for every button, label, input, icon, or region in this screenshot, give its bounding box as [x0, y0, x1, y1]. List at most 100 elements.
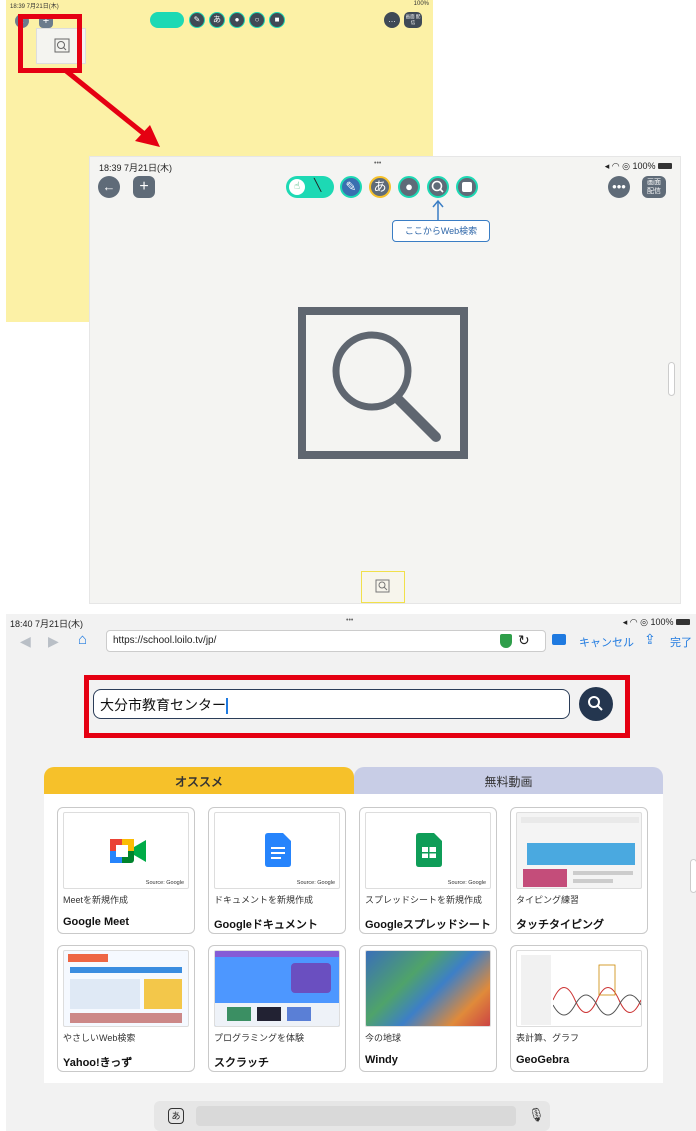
source-label: Source: Google [447, 880, 486, 886]
card-google-sheets[interactable]: Source: Google スプレッドシートを新規作成 Googleスプレッド… [359, 807, 497, 934]
text-icon[interactable]: あ [209, 12, 225, 28]
card-windy[interactable]: 今の地球 Windy [359, 945, 497, 1072]
card-title: Googleドキュメント [214, 919, 318, 931]
card-subtitle: Meetを新規作成 [63, 895, 129, 905]
search-card-thumbnail[interactable] [361, 571, 405, 603]
card-thumbnail [516, 950, 642, 1027]
card-title: Google Meet [63, 916, 130, 928]
card-subtitle: プログラミングを体験 [214, 1033, 305, 1043]
mic-icon[interactable]: 🎙 [528, 1107, 545, 1123]
site-strip [70, 1013, 182, 1023]
site-thumb [287, 1007, 311, 1021]
card-subtitle: ドキュメントを新規作成 [214, 895, 314, 905]
highlight-box-search [84, 675, 630, 738]
source-label: Source: Google [145, 880, 184, 886]
web-search-tooltip: ここからWeb検索 [392, 220, 490, 242]
site-image [523, 869, 567, 887]
tooltip-arrow-icon [432, 199, 444, 220]
status-battery: 100% [413, 1, 429, 7]
side-drawer-handle[interactable] [668, 362, 675, 396]
site-text-line [573, 879, 613, 883]
back-icon[interactable]: ← [98, 176, 120, 198]
card-title: GeoGebra [516, 1054, 570, 1066]
site-header [521, 817, 639, 823]
card-thumbnail: Source: Google [214, 812, 340, 889]
card-subtitle: タイピング練習 [516, 895, 580, 905]
mic-icon[interactable]: ● [229, 12, 245, 28]
hand-icon: ☝ [289, 179, 305, 195]
card-title: タッチタイピング [516, 919, 604, 931]
pen-icon[interactable]: ✎ [340, 176, 362, 198]
magnifier-icon [332, 331, 441, 442]
status-bar-time: 18:39 7月21日(木) [99, 163, 173, 173]
card-subtitle: 今の地球 [365, 1033, 402, 1043]
multitask-dots: ••• [374, 160, 382, 167]
card-google-meet[interactable]: Source: Google Meetを新規作成 Google Meet [57, 807, 195, 934]
web-search-icon[interactable]: ○ [249, 12, 265, 28]
keyboard-shortcut-bar: あ 🎙 [154, 1101, 550, 1131]
site-search-bar [70, 967, 182, 973]
status-bar: 18:39 7月21日(木) [10, 4, 59, 10]
security-shield-icon [500, 634, 512, 648]
site-nav [215, 951, 339, 957]
screen-share-button[interactable]: 画面 配信 [642, 176, 666, 198]
card-title: Yahoo!きっず [63, 1057, 133, 1069]
site-text-line [573, 871, 633, 875]
add-icon[interactable]: + [133, 176, 155, 198]
mic-icon[interactable]: ● [398, 176, 420, 198]
recommended-panel: Source: Google Meetを新規作成 Google Meet Sou… [44, 794, 663, 1083]
forward-arrow-icon[interactable]: ▶ [48, 633, 59, 650]
text-tool-icon[interactable]: あ [369, 176, 391, 198]
pen-icon[interactable]: ✎ [189, 12, 205, 28]
more-icon[interactable]: … [384, 12, 400, 28]
card-touch-typing[interactable]: タイピング練習 タッチタイピング [510, 807, 648, 934]
site-sidebar [521, 955, 551, 1025]
screenshot-2-editor: 18:39 7月21日(木) ••• ◂ ◠ ◎ 100% ← + ☝ ╲ ✎ … [89, 156, 681, 604]
url-text: https://school.loilo.tv/jp/ [113, 635, 217, 646]
status-battery: ◂ ◠ ◎ 100% [605, 161, 672, 172]
kana-key[interactable]: あ [168, 1108, 184, 1124]
more-icon[interactable]: ••• [608, 176, 630, 198]
card-subtitle: 表計算、グラフ [516, 1033, 580, 1043]
red-arrow-icon [63, 68, 160, 147]
screen-share-line1: 画面 [647, 179, 661, 186]
card-geogebra[interactable]: 表計算、グラフ GeoGebra [510, 945, 648, 1072]
card-thumbnail [63, 950, 189, 1027]
card-subtitle: やさしいWeb検索 [63, 1033, 136, 1043]
shape-icon[interactable] [456, 176, 478, 198]
back-arrow-icon[interactable]: ◀ [20, 633, 31, 650]
share-icon[interactable]: ⇪ [644, 631, 656, 648]
reload-icon[interactable]: ↻ [518, 632, 530, 649]
camera-icon[interactable] [552, 634, 566, 645]
home-icon[interactable]: ⌂ [78, 631, 87, 648]
screen-share-line2: 配信 [647, 188, 661, 195]
card-yahoo-kids[interactable]: やさしいWeb検索 Yahoo!きっず [57, 945, 195, 1072]
card-thumbnail: Source: Google [365, 812, 491, 889]
category-tabs: オススメ 無料動画 [44, 767, 663, 797]
source-label: Source: Google [296, 880, 335, 886]
card-thumbnail [516, 812, 642, 889]
url-bar[interactable]: https://school.loilo.tv/jp/ [106, 630, 546, 652]
site-logo [68, 954, 108, 962]
card-thumbnail: Source: Google [63, 812, 189, 889]
graph-waves [553, 964, 641, 1016]
tab-recommended[interactable]: オススメ [44, 767, 354, 797]
pen-mode-toggle[interactable]: ☝ ╲ [286, 176, 334, 198]
card-google-docs[interactable]: Source: Google ドキュメントを新規作成 Googleドキュメント [208, 807, 346, 934]
tab-free-videos[interactable]: 無料動画 [354, 767, 663, 797]
card-subtitle: スプレッドシートを新規作成 [365, 895, 483, 905]
google-meet-icon [110, 839, 146, 863]
shape-icon[interactable]: ■ [269, 12, 285, 28]
card-thumbnail [214, 950, 340, 1027]
web-search-icon[interactable] [427, 176, 449, 198]
side-drawer-handle[interactable] [690, 859, 696, 893]
screen-share-button[interactable]: 画面 配信 [404, 12, 422, 28]
cancel-button[interactable]: キャンセル [579, 634, 634, 650]
search-card-large[interactable] [298, 307, 468, 459]
card-thumbnail [365, 950, 491, 1027]
suggestion-area [196, 1106, 516, 1126]
done-button[interactable]: 完了 [670, 634, 692, 650]
site-video [291, 963, 331, 993]
card-scratch[interactable]: プログラミングを体験 スクラッチ [208, 945, 346, 1072]
pen-mode-toggle[interactable] [150, 12, 184, 28]
